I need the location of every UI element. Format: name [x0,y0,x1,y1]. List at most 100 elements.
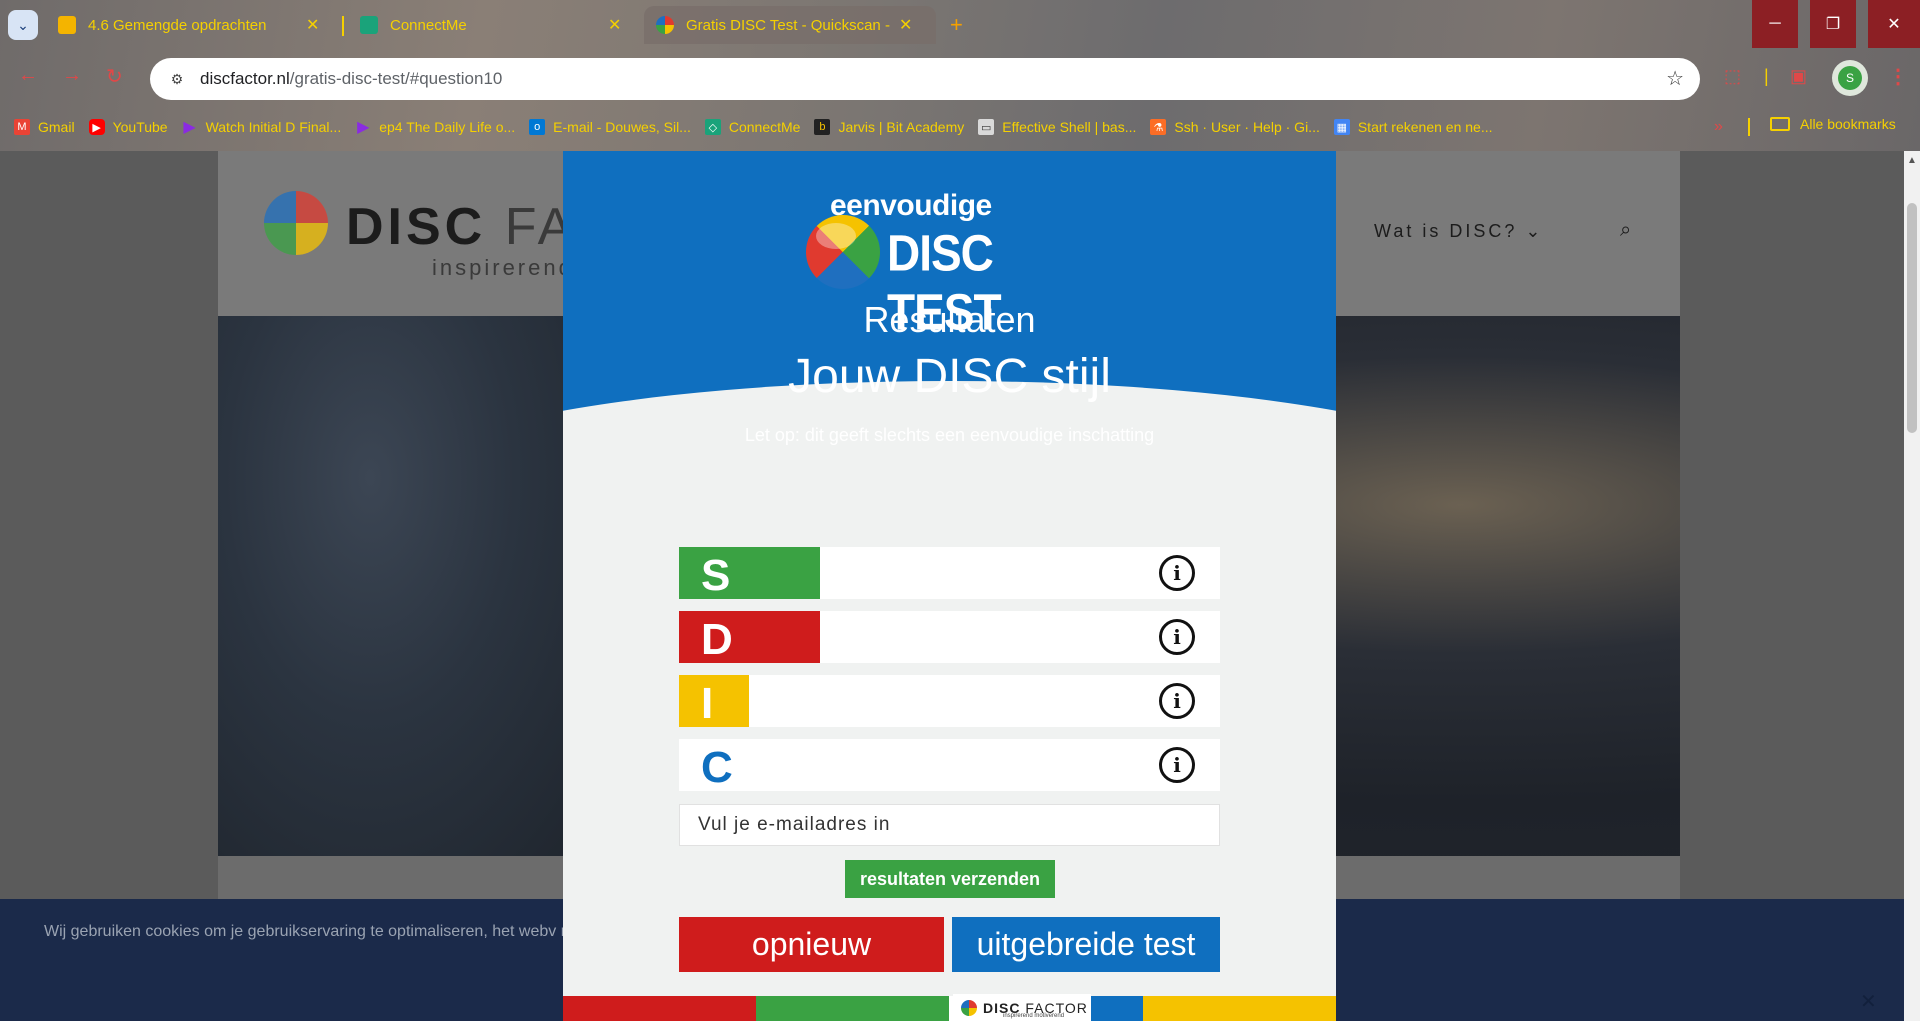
tab-gemengde-opdrachten[interactable]: 4.6 Gemengde opdrachten ✕ [46,6,336,44]
bookmark-email[interactable]: o E-mail - Douwes, Sil... [529,119,691,135]
hero-image-left [218,316,598,856]
grid-icon: ▦ [1333,119,1350,135]
search-icon[interactable]: ⌕ [1620,219,1631,242]
restore-icon[interactable]: ❐ [1810,0,1856,48]
disclaimer-note: Let op: dit geeft slechts een eenvoudige… [744,425,1155,445]
book-icon: ▭ [978,119,995,135]
disc-ball-icon [961,999,977,1016]
bookmark-start-rekenen[interactable]: ▦ Start rekenen en ne... [1333,119,1492,135]
tab-title: ConnectMe [390,16,467,34]
reload-icon[interactable]: ↻ [106,64,123,89]
disc-style-heading: Jouw DISC stijl [788,350,1111,403]
footer-color-strip [563,996,1336,1021]
footer-strip-blue [1089,996,1143,1021]
result-letter: C [701,743,733,792]
results-heading: Resultaten [863,299,1036,340]
gitlab-icon: ⚗ [1150,119,1167,135]
tab-close-icon[interactable]: ✕ [608,15,621,35]
address-bar[interactable]: ⚙ discfactor.nl/gratis-disc-test/#questi… [150,58,1700,100]
disc-test-logo: eenvoudige DISC TEST [806,189,1083,341]
result-letter: S [701,551,731,600]
bookmark-daily-life[interactable]: ▶ ep4 The Daily Life o... [355,119,515,136]
tab-title: Gratis DISC Test - Quickscan - D [686,16,891,34]
disc-factor-footer-logo: DISC FACTOR inspirerend motiverend [953,994,1091,1021]
toolbar-separator: | [1764,66,1769,86]
result-letter: I [701,679,714,728]
site-logo[interactable]: DISC FA [346,197,576,257]
info-icon[interactable]: i [1159,747,1195,783]
info-icon[interactable]: i [1159,555,1195,591]
all-bookmarks[interactable]: Alle bookmarks [1770,116,1896,132]
tab-disc-test[interactable]: Gratis DISC Test - Quickscan - D ✕ [644,6,936,44]
tab-favicon-icon [656,16,674,34]
footer-strip-red [563,996,756,1021]
profile-avatar[interactable]: S [1832,60,1868,96]
minimize-icon[interactable]: ─ [1752,0,1798,48]
connectme-icon: ◇ [704,119,721,135]
restart-button[interactable]: opnieuw [679,917,944,972]
bookmark-jarvis[interactable]: b Jarvis | Bit Academy [814,119,964,135]
bookmarks-bar: M Gmail ▶ YouTube ▶ Watch Initial D Final..… [0,112,1920,142]
disc-result-modal: eenvoudige DISC TEST Resultaten Jouw DIS… [563,151,1336,1021]
folder-icon [1770,117,1790,131]
page-scrollbar[interactable]: ▲ [1904,151,1920,1021]
result-bar-d: D i [679,611,1220,664]
cookie-close-icon[interactable]: ✕ [1860,989,1877,1014]
tab-search-icon[interactable]: ⌄ [8,10,38,40]
extended-test-button[interactable]: uitgebreide test [952,917,1220,972]
footer-strip-green [756,996,949,1021]
bit-academy-icon: b [814,119,831,135]
email-field[interactable] [679,804,1220,846]
modal-header: eenvoudige DISC TEST Resultaten Jouw DIS… [563,151,1336,621]
tab-connectme[interactable]: ConnectMe ✕ [348,6,638,44]
tab-title: 4.6 Gemengde opdrachten [88,16,267,34]
disc-ball-icon [806,215,880,289]
forward-icon[interactable]: → [62,64,82,87]
result-bar-i: I i [679,675,1220,728]
browser-menu-icon[interactable]: ⋮ [1888,64,1908,89]
play-icon: ▶ [357,119,370,136]
tab-close-icon[interactable]: ✕ [306,15,319,35]
tab-separator [342,16,344,36]
browser-chrome: ⌄ 4.6 Gemengde opdrachten ✕ ConnectMe ✕ … [0,0,1920,151]
tab-favicon-icon [360,16,378,34]
info-icon[interactable]: i [1159,683,1195,719]
site-tagline: inspirerend [432,255,574,280]
site-info-icon[interactable]: ⚙ [164,66,190,92]
youtube-icon: ▶ [88,119,105,135]
result-bar-fill [679,675,750,727]
tab-close-icon[interactable]: ✕ [899,15,912,35]
nav-wat-is-disc[interactable]: Wat is DISC? ⌄ [1374,221,1543,242]
bookmarks-separator [1748,118,1750,136]
footer-strip-yellow [1143,996,1336,1021]
info-icon[interactable]: i [1159,619,1195,655]
side-panel-icon[interactable]: ▣ [1790,66,1807,87]
result-letter: D [701,615,733,664]
disc-logo-icon[interactable] [264,191,328,255]
bookmark-initial-d[interactable]: ▶ Watch Initial D Final... [182,119,341,136]
tab-favicon-icon [58,16,76,34]
close-window-icon[interactable]: ✕ [1868,0,1920,48]
result-bar-s: S i [679,547,1220,600]
outlook-icon: o [529,119,546,135]
back-icon[interactable]: ← [18,64,38,87]
url-text[interactable]: discfactor.nl/gratis-disc-test/#question… [200,69,502,89]
bookmark-connectme[interactable]: ◇ ConnectMe [704,119,800,135]
browser-toolbar: ← → ↻ ⚙ discfactor.nl/gratis-disc-test/#… [0,50,1920,108]
bookmark-star-icon[interactable]: ☆ [1666,66,1684,91]
bookmark-gmail[interactable]: M Gmail [14,119,75,135]
bookmark-effective-shell[interactable]: ▭ Effective Shell | bas... [978,119,1136,135]
gmail-icon: M [14,119,30,135]
scroll-up-icon[interactable]: ▲ [1907,155,1917,166]
scrollbar-thumb[interactable] [1907,203,1917,433]
new-tab-icon[interactable]: + [950,12,963,38]
bookmark-ssh-help[interactable]: ⚗ Ssh · User · Help · Gi... [1150,119,1320,135]
play-icon: ▶ [183,119,196,136]
result-bar-c: C i [679,739,1220,792]
more-bookmarks-icon[interactable]: » [1714,118,1723,136]
bookmark-youtube[interactable]: ▶ YouTube [88,119,168,135]
send-results-button[interactable]: resultaten verzenden [845,860,1055,898]
extensions-icon[interactable]: ⬚ [1724,66,1741,87]
footer-logo-sub: inspirerend motiverend [1003,1013,1065,1019]
tab-strip: ⌄ 4.6 Gemengde opdrachten ✕ ConnectMe ✕ … [0,0,1920,50]
